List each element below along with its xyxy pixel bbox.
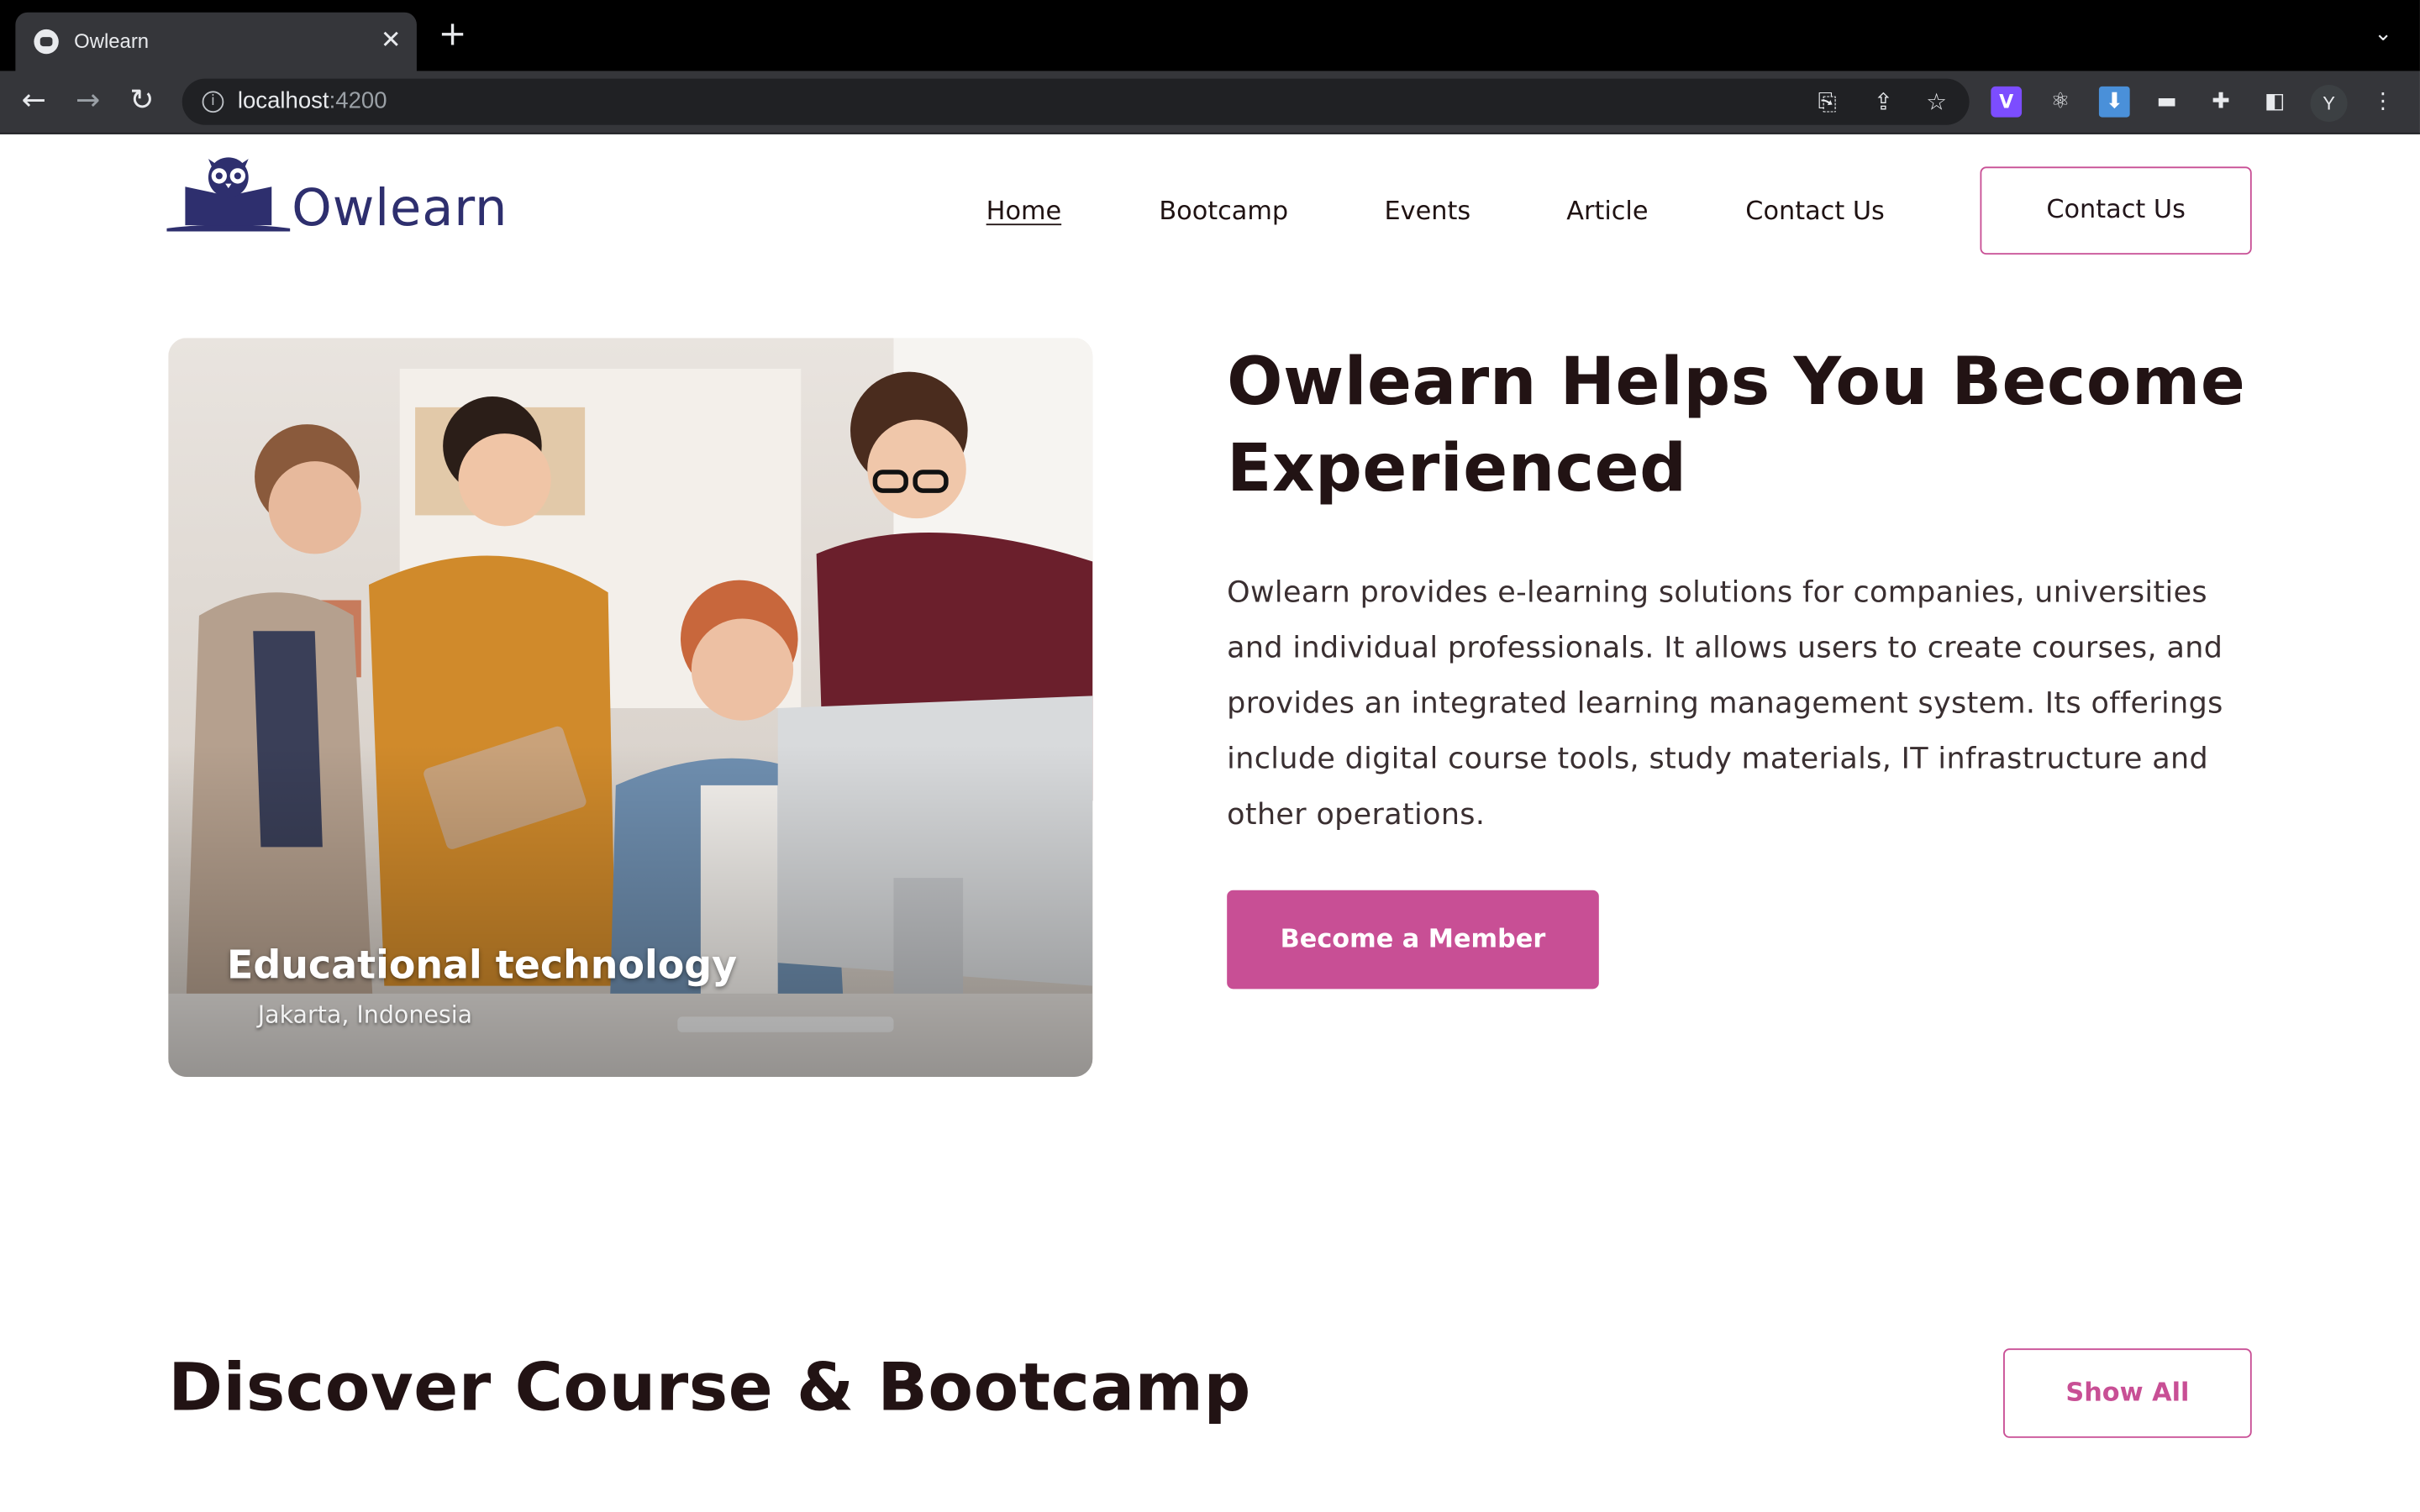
- tab-title: Owlearn: [74, 29, 150, 53]
- show-all-button[interactable]: Show All: [2003, 1348, 2252, 1438]
- close-tab-icon[interactable]: ✕: [381, 24, 402, 57]
- react-devtools-icon[interactable]: ⚛: [2045, 87, 2076, 118]
- site-info-icon[interactable]: i: [202, 91, 224, 113]
- forward-icon[interactable]: →: [76, 83, 100, 117]
- become-member-button[interactable]: Become a Member: [1227, 890, 1599, 990]
- download-icon[interactable]: ⬇: [2098, 86, 2130, 118]
- translate-icon[interactable]: ⎘: [1818, 87, 1837, 118]
- hero-description: Owlearn provides e-learning solutions fo…: [1227, 575, 2223, 832]
- image-caption-location: Jakarta, Indonesia: [257, 1001, 473, 1030]
- address-bar[interactable]: i localhost:4200 ⎘ ⇪ ☆: [182, 78, 1970, 125]
- new-tab-icon[interactable]: +: [439, 18, 467, 52]
- hero-image: Educational technology Jakarta, Indonesi…: [168, 338, 1093, 1078]
- extension-icon[interactable]: ▬: [2151, 87, 2182, 118]
- browser-tab[interactable]: Owlearn ✕: [15, 12, 417, 71]
- url-text[interactable]: localhost:4200: [238, 88, 387, 114]
- contact-us-button[interactable]: Contact Us: [1980, 166, 2252, 255]
- menu-dots-icon[interactable]: ⋮: [2367, 87, 2398, 118]
- owlearn-logo[interactable]: Owlearn: [166, 153, 521, 238]
- nav-article[interactable]: Article: [1566, 196, 1648, 225]
- nav-bootcamp[interactable]: Bootcamp: [1159, 196, 1288, 225]
- courses-section-title: Discover Course & Bootcamp: [168, 1351, 1251, 1427]
- browser-tab-bar: Owlearn ✕ + ⌄: [0, 0, 2420, 71]
- nav-home[interactable]: Home: [986, 196, 1062, 225]
- nav-events[interactable]: Events: [1385, 196, 1471, 225]
- reload-icon[interactable]: ↻: [129, 83, 154, 117]
- side-panel-icon[interactable]: ◧: [2260, 87, 2291, 118]
- nav-contact[interactable]: Contact Us: [1745, 196, 1885, 225]
- owl-book-icon: [166, 157, 291, 232]
- profile-avatar[interactable]: Y: [2310, 85, 2348, 123]
- logo-text: Owlearn: [292, 177, 508, 238]
- bookmark-star-icon[interactable]: ☆: [1926, 87, 1947, 118]
- extension-v-icon[interactable]: V: [1991, 86, 2023, 118]
- back-icon[interactable]: ←: [22, 83, 46, 117]
- owlearn-favicon-icon: [34, 29, 59, 55]
- browser-toolbar: ← → ↻ i localhost:4200 ⎘ ⇪ ☆ V ⚛ ⬇ ▬ ✚ ◧…: [0, 71, 2420, 134]
- puzzle-icon[interactable]: ✚: [2206, 87, 2237, 118]
- share-icon[interactable]: ⇪: [1874, 87, 1893, 118]
- tab-search-icon[interactable]: ⌄: [2374, 22, 2392, 46]
- image-caption-title: Educational technology: [226, 942, 738, 988]
- hero-title: Owlearn Helps You Become Experienced: [1227, 345, 2246, 508]
